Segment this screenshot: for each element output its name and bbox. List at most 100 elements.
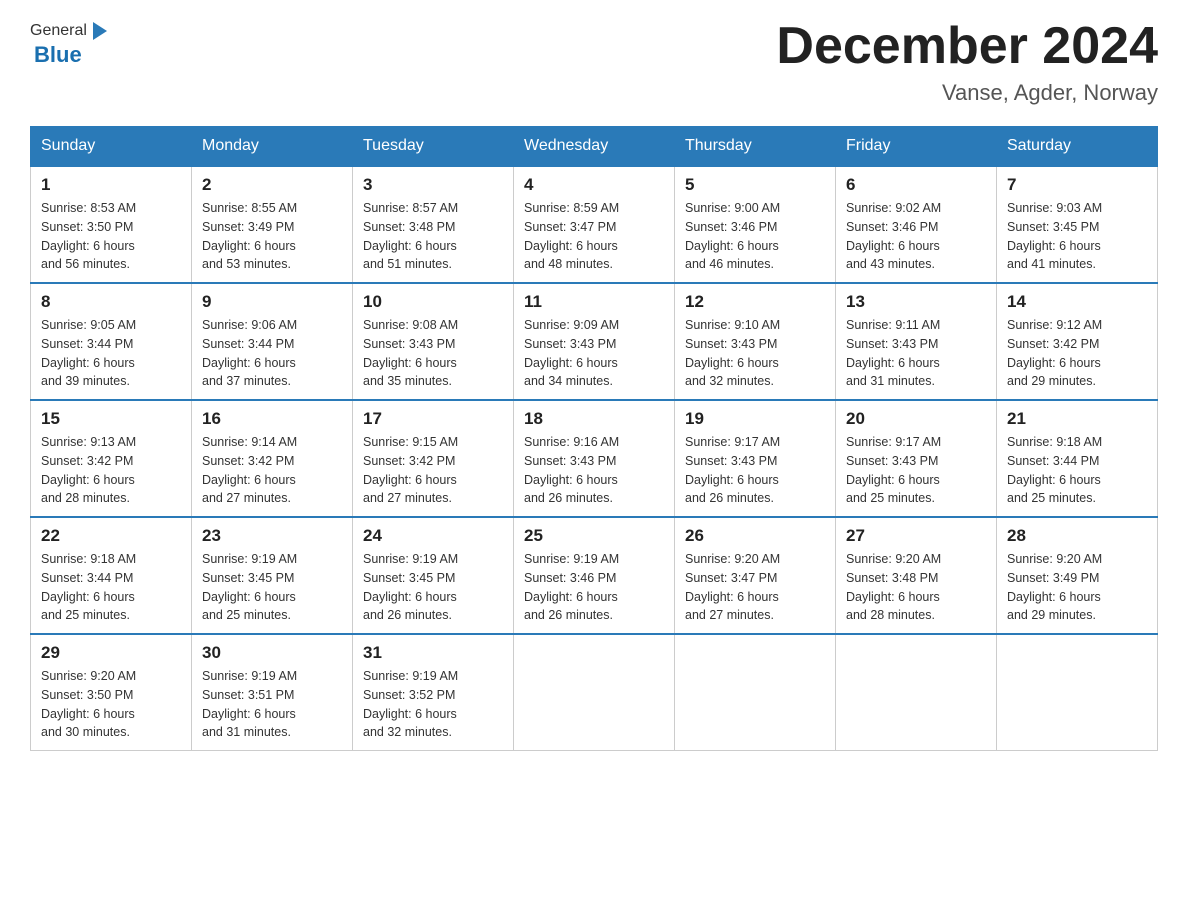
table-row — [514, 634, 675, 751]
day-info: Sunrise: 9:17 AMSunset: 3:43 PMDaylight:… — [846, 433, 986, 508]
day-info: Sunrise: 9:00 AMSunset: 3:46 PMDaylight:… — [685, 199, 825, 274]
table-row: 8 Sunrise: 9:05 AMSunset: 3:44 PMDaylight… — [31, 283, 192, 400]
calendar-header-saturday: Saturday — [997, 127, 1158, 167]
day-number: 7 — [1007, 175, 1147, 195]
day-info: Sunrise: 9:18 AMSunset: 3:44 PMDaylight:… — [41, 550, 181, 625]
day-info: Sunrise: 9:02 AMSunset: 3:46 PMDaylight:… — [846, 199, 986, 274]
table-row: 17 Sunrise: 9:15 AMSunset: 3:42 PMDayligh… — [353, 400, 514, 517]
day-info: Sunrise: 9:20 AMSunset: 3:49 PMDaylight:… — [1007, 550, 1147, 625]
table-row: 26 Sunrise: 9:20 AMSunset: 3:47 PMDayligh… — [675, 517, 836, 634]
day-number: 15 — [41, 409, 181, 429]
calendar-header-friday: Friday — [836, 127, 997, 167]
day-info: Sunrise: 9:16 AMSunset: 3:43 PMDaylight:… — [524, 433, 664, 508]
day-number: 14 — [1007, 292, 1147, 312]
table-row: 6 Sunrise: 9:02 AMSunset: 3:46 PMDaylight… — [836, 166, 997, 283]
day-number: 12 — [685, 292, 825, 312]
day-info: Sunrise: 9:19 AMSunset: 3:45 PMDaylight:… — [363, 550, 503, 625]
logo: General Blue — [30, 20, 111, 68]
day-info: Sunrise: 9:20 AMSunset: 3:50 PMDaylight:… — [41, 667, 181, 742]
day-number: 13 — [846, 292, 986, 312]
day-number: 28 — [1007, 526, 1147, 546]
calendar-header-row: SundayMondayTuesdayWednesdayThursdayFrid… — [31, 127, 1158, 167]
table-row: 22 Sunrise: 9:18 AMSunset: 3:44 PMDayligh… — [31, 517, 192, 634]
day-info: Sunrise: 9:06 AMSunset: 3:44 PMDaylight:… — [202, 316, 342, 391]
table-row: 24 Sunrise: 9:19 AMSunset: 3:45 PMDayligh… — [353, 517, 514, 634]
day-number: 21 — [1007, 409, 1147, 429]
day-info: Sunrise: 9:20 AMSunset: 3:47 PMDaylight:… — [685, 550, 825, 625]
day-info: Sunrise: 9:19 AMSunset: 3:51 PMDaylight:… — [202, 667, 342, 742]
day-number: 17 — [363, 409, 503, 429]
day-number: 31 — [363, 643, 503, 663]
day-number: 27 — [846, 526, 986, 546]
calendar-header-wednesday: Wednesday — [514, 127, 675, 167]
day-info: Sunrise: 9:11 AMSunset: 3:43 PMDaylight:… — [846, 316, 986, 391]
day-number: 4 — [524, 175, 664, 195]
day-info: Sunrise: 9:03 AMSunset: 3:45 PMDaylight:… — [1007, 199, 1147, 274]
table-row: 10 Sunrise: 9:08 AMSunset: 3:43 PMDayligh… — [353, 283, 514, 400]
day-number: 10 — [363, 292, 503, 312]
day-number: 19 — [685, 409, 825, 429]
day-info: Sunrise: 9:17 AMSunset: 3:43 PMDaylight:… — [685, 433, 825, 508]
table-row: 25Sunrise: 9:19 AMSunset: 3:46 PMDayligh… — [514, 517, 675, 634]
calendar-header-monday: Monday — [192, 127, 353, 167]
table-row: 28 Sunrise: 9:20 AMSunset: 3:49 PMDayligh… — [997, 517, 1158, 634]
table-row: 1Sunrise: 8:53 AMSunset: 3:50 PMDaylight… — [31, 166, 192, 283]
table-row: 23Sunrise: 9:19 AMSunset: 3:45 PMDayligh… — [192, 517, 353, 634]
table-row — [997, 634, 1158, 751]
day-number: 18 — [524, 409, 664, 429]
day-number: 30 — [202, 643, 342, 663]
table-row: 5Sunrise: 9:00 AMSunset: 3:46 PMDaylight… — [675, 166, 836, 283]
logo-general-text: General — [30, 22, 87, 40]
table-row: 18 Sunrise: 9:16 AMSunset: 3:43 PMDayligh… — [514, 400, 675, 517]
page-header: General Blue December 2024 Vanse, Agder,… — [30, 20, 1158, 106]
day-info: Sunrise: 9:13 AMSunset: 3:42 PMDaylight:… — [41, 433, 181, 508]
day-info: Sunrise: 8:57 AMSunset: 3:48 PMDaylight:… — [363, 199, 503, 274]
calendar-week-4: 22 Sunrise: 9:18 AMSunset: 3:44 PMDayligh… — [31, 517, 1158, 634]
day-number: 25 — [524, 526, 664, 546]
day-number: 29 — [41, 643, 181, 663]
table-row — [675, 634, 836, 751]
day-number: 2 — [202, 175, 342, 195]
day-info: Sunrise: 8:59 AMSunset: 3:47 PMDaylight:… — [524, 199, 664, 274]
calendar-week-1: 1Sunrise: 8:53 AMSunset: 3:50 PMDaylight… — [31, 166, 1158, 283]
day-number: 8 — [41, 292, 181, 312]
day-info: Sunrise: 9:20 AMSunset: 3:48 PMDaylight:… — [846, 550, 986, 625]
table-row: 31 Sunrise: 9:19 AMSunset: 3:52 PMDayligh… — [353, 634, 514, 751]
table-row: 19 Sunrise: 9:17 AMSunset: 3:43 PMDayligh… — [675, 400, 836, 517]
day-number: 16 — [202, 409, 342, 429]
day-number: 3 — [363, 175, 503, 195]
day-info: Sunrise: 8:53 AMSunset: 3:50 PMDaylight:… — [41, 199, 181, 274]
day-number: 9 — [202, 292, 342, 312]
day-number: 20 — [846, 409, 986, 429]
table-row: 7 Sunrise: 9:03 AMSunset: 3:45 PMDaylight… — [997, 166, 1158, 283]
day-info: Sunrise: 9:19 AMSunset: 3:45 PMDaylight:… — [202, 550, 342, 625]
table-row: 14 Sunrise: 9:12 AMSunset: 3:42 PMDayligh… — [997, 283, 1158, 400]
calendar-week-5: 29 Sunrise: 9:20 AMSunset: 3:50 PMDayligh… — [31, 634, 1158, 751]
table-row: 20 Sunrise: 9:17 AMSunset: 3:43 PMDayligh… — [836, 400, 997, 517]
table-row: 3 Sunrise: 8:57 AMSunset: 3:48 PMDaylight… — [353, 166, 514, 283]
day-info: Sunrise: 9:05 AMSunset: 3:44 PMDaylight:… — [41, 316, 181, 391]
day-number: 22 — [41, 526, 181, 546]
logo-blue-text: Blue — [34, 42, 82, 67]
day-info: Sunrise: 9:15 AMSunset: 3:42 PMDaylight:… — [363, 433, 503, 508]
calendar-week-3: 15 Sunrise: 9:13 AMSunset: 3:42 PMDayligh… — [31, 400, 1158, 517]
table-row: 9 Sunrise: 9:06 AMSunset: 3:44 PMDaylight… — [192, 283, 353, 400]
day-number: 24 — [363, 526, 503, 546]
day-info: Sunrise: 9:12 AMSunset: 3:42 PMDaylight:… — [1007, 316, 1147, 391]
day-number: 6 — [846, 175, 986, 195]
table-row: 12 Sunrise: 9:10 AMSunset: 3:43 PMDayligh… — [675, 283, 836, 400]
day-info: Sunrise: 9:10 AMSunset: 3:43 PMDaylight:… — [685, 316, 825, 391]
calendar-header-sunday: Sunday — [31, 127, 192, 167]
day-info: Sunrise: 9:19 AMSunset: 3:52 PMDaylight:… — [363, 667, 503, 742]
table-row: 4 Sunrise: 8:59 AMSunset: 3:47 PMDaylight… — [514, 166, 675, 283]
day-info: Sunrise: 9:14 AMSunset: 3:42 PMDaylight:… — [202, 433, 342, 508]
calendar-header-tuesday: Tuesday — [353, 127, 514, 167]
table-row: 16 Sunrise: 9:14 AMSunset: 3:42 PMDayligh… — [192, 400, 353, 517]
day-info: Sunrise: 9:09 AMSunset: 3:43 PMDaylight:… — [524, 316, 664, 391]
day-number: 26 — [685, 526, 825, 546]
table-row: 13 Sunrise: 9:11 AMSunset: 3:43 PMDayligh… — [836, 283, 997, 400]
day-info: Sunrise: 9:08 AMSunset: 3:43 PMDaylight:… — [363, 316, 503, 391]
calendar-header-thursday: Thursday — [675, 127, 836, 167]
day-info: Sunrise: 8:55 AMSunset: 3:49 PMDaylight:… — [202, 199, 342, 274]
calendar-table: SundayMondayTuesdayWednesdayThursdayFrid… — [30, 126, 1158, 751]
